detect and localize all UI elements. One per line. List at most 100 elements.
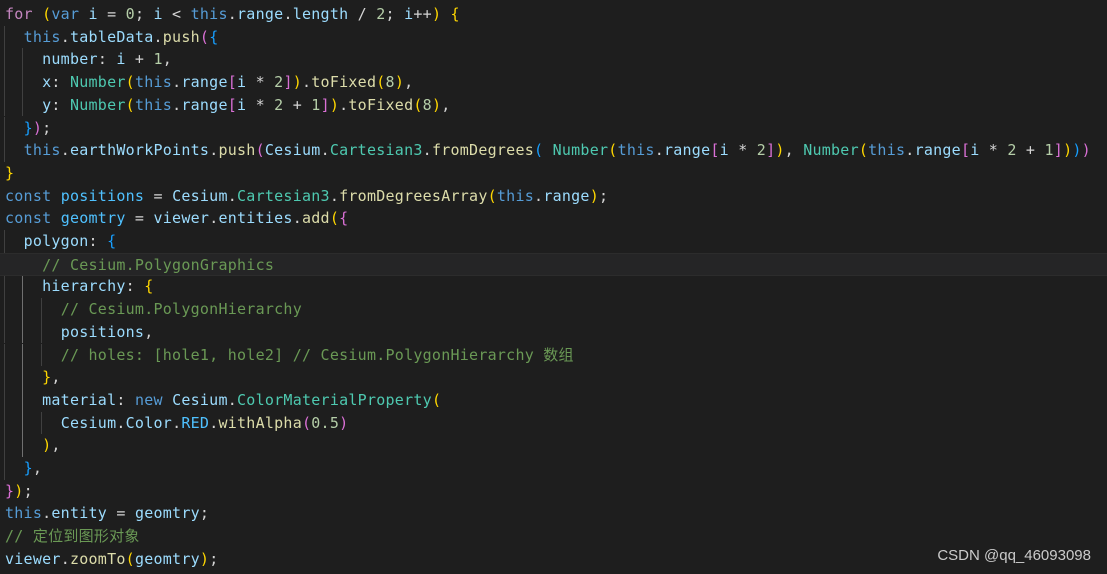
code-token: + (125, 50, 154, 69)
code-token: . (283, 5, 293, 23)
code-token: entity (51, 504, 108, 523)
code-token: this (23, 27, 61, 46)
code-token: * (246, 73, 275, 92)
code-token: zoomTo (69, 549, 126, 568)
code-token: Number (803, 141, 859, 160)
code-token: withAlpha (218, 413, 302, 432)
code-token: geomtry (60, 209, 126, 228)
code-token: Cesium (60, 413, 117, 432)
code-token: ColorMaterialProperty (237, 390, 432, 409)
code-editor[interactable]: for (var i = 0; i < this.range.length / … (0, 0, 1107, 574)
code-token: range (543, 186, 590, 205)
code-token: : (125, 277, 145, 296)
code-token: . (292, 209, 302, 228)
code-token: ( (329, 209, 340, 228)
code-token: this (5, 504, 43, 523)
code-token: i (88, 5, 98, 23)
code-token: ] (766, 141, 776, 160)
code-token: ( (431, 390, 442, 409)
code-token: 1 (153, 50, 163, 69)
code-token: positions (60, 322, 145, 341)
code-token: ) (1081, 141, 1091, 160)
code-token: ( (199, 27, 210, 46)
code-token: ( (302, 413, 312, 432)
code-token: ) (589, 186, 599, 205)
code-token: . (329, 186, 340, 205)
code-token: . (60, 549, 70, 568)
code-token: { (209, 27, 219, 46)
code-token: ) (1072, 141, 1082, 160)
code-token: < (162, 5, 191, 23)
code-token: this (496, 186, 535, 205)
code-token: 2 (756, 141, 767, 160)
code-line: const geomtry = viewer.entities.add({ (0, 207, 348, 230)
code-line: const positions = Cesium.Cartesian3.from… (0, 185, 608, 208)
code-token: ( (413, 95, 423, 114)
code-token: . (339, 95, 349, 114)
code-line: }, (0, 366, 61, 389)
code-token: . (172, 413, 182, 432)
code-line: // 定位到图形对象 (0, 525, 140, 548)
code-token: = (144, 186, 173, 205)
code-token: Cartesian3 (237, 186, 330, 205)
code-token: . (116, 413, 126, 432)
code-line: material: new Cesium.ColorMaterialProper… (0, 389, 441, 412)
code-line: ), (0, 434, 61, 457)
code-token: { (144, 277, 154, 296)
code-token: fromDegrees (431, 141, 535, 160)
code-token: this (23, 141, 61, 160)
code-token: . (60, 141, 70, 160)
code-token: { (339, 209, 349, 228)
code-token: . (172, 95, 182, 114)
code-token: [ (227, 95, 238, 114)
code-token: ; (199, 504, 210, 523)
code-line: this.entity = geomtry; (0, 502, 209, 525)
code-token: / (348, 5, 377, 23)
code-token: for (5, 5, 33, 23)
code-token: i (116, 50, 126, 69)
code-token: ; (209, 549, 219, 568)
code-token: : (51, 73, 70, 92)
code-line: x: Number(this.range[i * 2]).toFixed(8), (0, 71, 413, 94)
code-token: } (5, 481, 15, 500)
code-token: : (116, 390, 135, 409)
code-token: ) (431, 5, 442, 23)
csdn-watermark: CSDN @qq_46093098 (937, 547, 1091, 564)
code-token: i (153, 5, 163, 23)
code-token: range (181, 95, 228, 114)
code-token: ) (1063, 141, 1073, 160)
code-token: ) (32, 118, 43, 137)
code-token: 8 (422, 95, 432, 114)
code-token: , (404, 73, 414, 92)
code-token: ; (134, 5, 154, 23)
code-token: ; (42, 118, 52, 137)
code-token: ; (385, 5, 405, 23)
code-token: , (32, 459, 43, 477)
code-token: toFixed (311, 73, 377, 92)
code-token: . (320, 141, 330, 160)
code-token: . (60, 27, 70, 46)
code-token: new (134, 390, 163, 409)
code-line: number: i + 1, (0, 48, 172, 71)
code-token: * (728, 141, 757, 160)
code-token: ( (125, 95, 135, 114)
code-token: , (51, 436, 61, 455)
code-token: viewer (153, 209, 210, 228)
code-token: ( (255, 141, 265, 160)
code-token: ( (534, 141, 544, 160)
code-token: ; (599, 186, 609, 205)
